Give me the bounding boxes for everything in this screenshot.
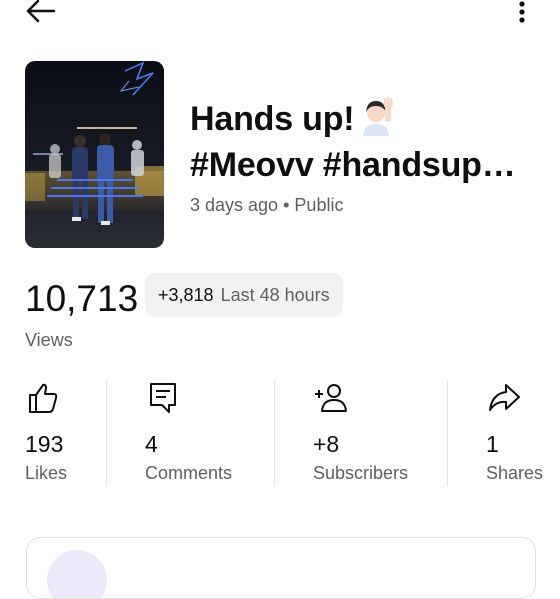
subscribers-label: Subscribers [313,463,409,483]
arrow-left-icon [26,0,56,23]
more-vert-icon [519,1,525,23]
shares-count: 1 [486,431,499,457]
views-count: 10,713 [25,278,139,319]
video-thumbnail[interactable] [25,61,164,248]
next-section-card[interactable] [26,537,536,599]
likes-count: 193 [25,431,64,457]
views-label: Views [25,330,73,350]
views-delta: +3,818 [158,284,214,305]
subscribers-count: +8 [313,431,340,457]
video-title-line-1: Hands up! [190,96,550,142]
stat-divider [447,380,448,486]
views-period: Last 48 hours [220,284,330,305]
visibility-status: Public [294,195,344,215]
video-title-line-2: #Meovv #handsup… [190,146,516,184]
avatar [47,550,107,598]
views-change-chip[interactable]: +3,818 Last 48 hours [145,273,343,317]
stat-divider [106,380,107,486]
video-title: Hands up! #Meovv #handsup… [190,96,550,188]
comments-count: 4 [145,431,158,457]
video-meta: 3 days ago • Public [190,195,343,216]
back-button[interactable] [24,0,64,28]
comment-icon [150,383,176,413]
thumbnail-image [25,61,164,248]
share-icon [489,384,520,411]
upload-age: 3 days ago [190,195,279,215]
shares-label: Shares [486,463,544,483]
comments-label: Comments [145,463,233,483]
add-person-icon [315,384,347,412]
raising-hand-emoji-icon [363,97,394,136]
top-bar [0,0,560,30]
meta-separator: • [283,195,290,215]
stat-divider [274,380,275,486]
more-options-button[interactable] [508,0,536,28]
likes-label: Likes [25,463,68,483]
thumbs-up-icon [29,383,58,413]
